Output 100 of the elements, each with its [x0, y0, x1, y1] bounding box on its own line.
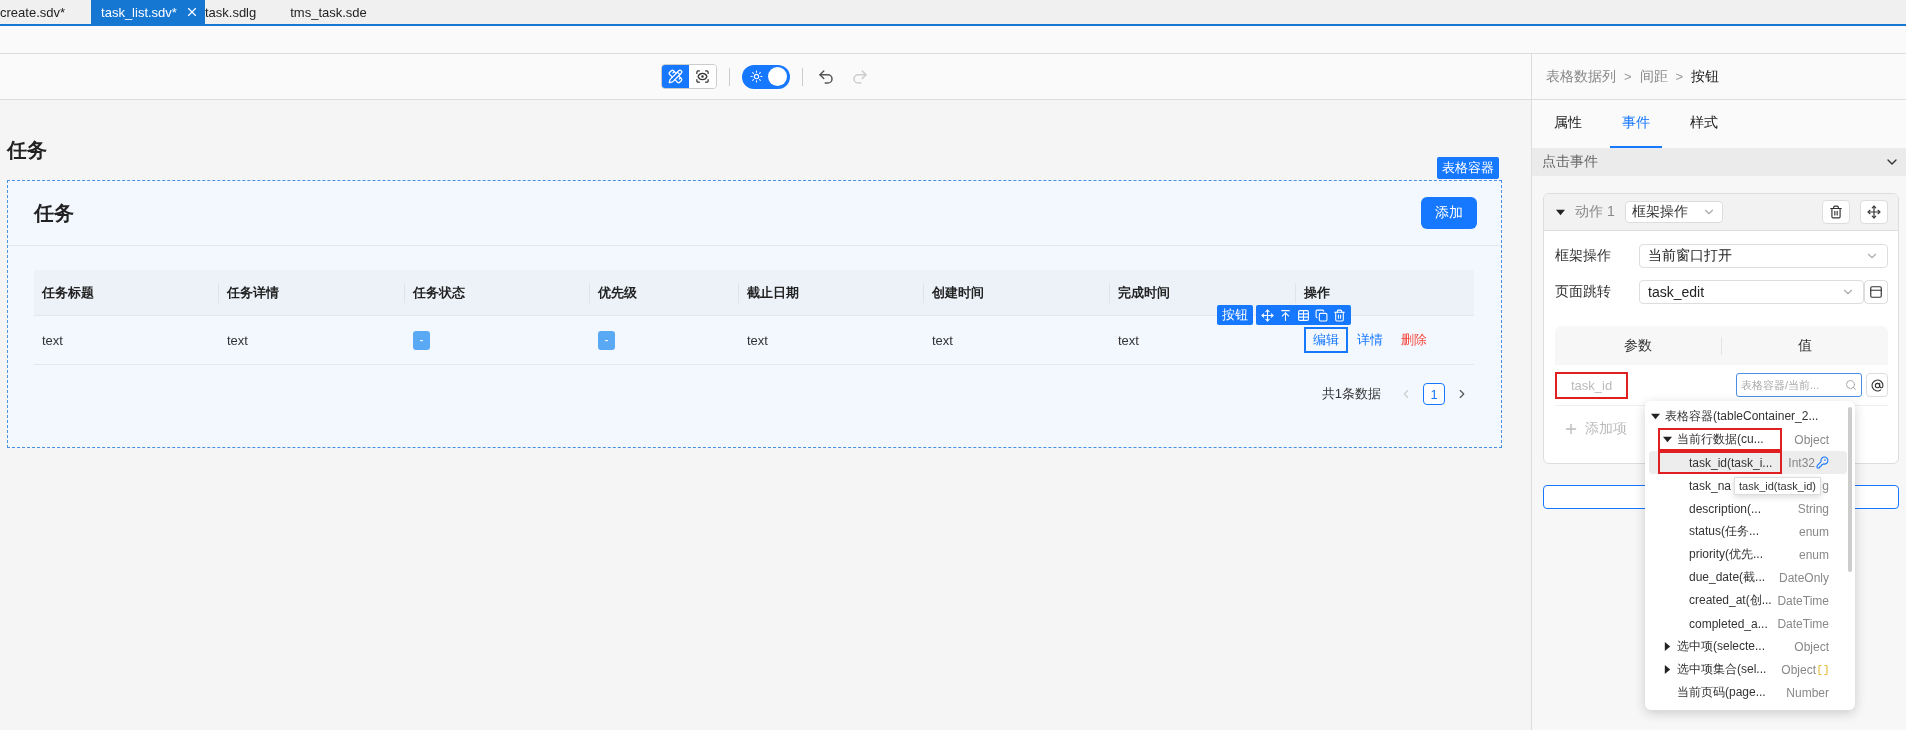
- table-icon[interactable]: [1297, 308, 1310, 322]
- status-tag: -: [598, 330, 615, 350]
- table-cell: text: [227, 332, 248, 348]
- caret-down-icon[interactable]: [1651, 412, 1660, 421]
- tree-item-label[interactable]: description(...: [1689, 501, 1762, 516]
- caret-down-icon[interactable]: [1556, 207, 1565, 217]
- field-label: 框架操作: [1555, 247, 1612, 265]
- sun-icon: [749, 70, 763, 83]
- action-link[interactable]: 编辑: [1304, 327, 1348, 353]
- file-tab[interactable]: task.sdlg: [204, 0, 291, 24]
- column-header: 操作: [1303, 283, 1331, 302]
- tree-item-label[interactable]: task_na: [1689, 478, 1732, 493]
- data-type: Int32: [1788, 455, 1815, 470]
- action-type-select[interactable]: 框架操作: [1624, 201, 1723, 223]
- select-field[interactable]: task_edit: [1639, 280, 1864, 304]
- tree-item-label[interactable]: 选中项集合(sel...: [1677, 661, 1767, 678]
- tree-item-label[interactable]: due_date(截...: [1689, 569, 1766, 586]
- eye-icon: [694, 69, 710, 84]
- field-label: 页面跳转: [1555, 283, 1612, 301]
- pencil-ruler-icon: [667, 69, 683, 84]
- breadcrumb-item[interactable]: 表格数据列: [1546, 67, 1616, 86]
- column-header: 优先级: [590, 282, 739, 303]
- data-type: g: [1822, 478, 1829, 493]
- page-button[interactable]: 1: [1423, 383, 1445, 405]
- tree-item-label[interactable]: status(任务...: [1689, 523, 1759, 540]
- caret-down-icon[interactable]: [1663, 435, 1672, 444]
- panel-tab[interactable]: 样式: [1678, 100, 1730, 148]
- panel-tab[interactable]: 属性: [1542, 100, 1594, 148]
- tree-item-label[interactable]: 选中项(selecte...: [1677, 638, 1766, 655]
- undo-icon: [816, 67, 835, 86]
- search-icon: [1845, 379, 1857, 391]
- breadcrumb-item[interactable]: 按钮: [1691, 67, 1720, 86]
- file-tab[interactable]: create.sdv*: [0, 0, 92, 24]
- caret-right-icon[interactable]: [1663, 642, 1672, 651]
- column-header: 完成时间: [1110, 282, 1296, 303]
- data-type: Number: [1786, 685, 1829, 700]
- data-type: Object: [1781, 662, 1816, 677]
- breadcrumb-separator: >: [1624, 69, 1632, 84]
- data-type: String: [1797, 501, 1829, 516]
- tree-item-label: task_id(task_i...: [1689, 455, 1773, 470]
- tree-item-label[interactable]: 当前页码(page...: [1677, 684, 1766, 701]
- at-sign-icon: [1870, 378, 1884, 392]
- delete-button[interactable]: [1822, 200, 1850, 224]
- trash-icon: [1829, 205, 1843, 219]
- move-button[interactable]: [1860, 200, 1888, 224]
- total-count: 共1条数据: [1321, 385, 1381, 403]
- column-header: 任务标题: [34, 282, 219, 303]
- copy-icon[interactable]: [1315, 308, 1328, 322]
- data-type: DateOnly: [1778, 570, 1829, 585]
- redo-icon: [850, 67, 869, 86]
- move-icon: [1867, 205, 1881, 219]
- data-type: DateTime: [1777, 593, 1829, 608]
- table-cell: text: [747, 332, 768, 348]
- design-mode-button[interactable]: [661, 65, 689, 88]
- caret-right-icon[interactable]: [1663, 665, 1672, 674]
- component-label: 按钮: [1217, 305, 1253, 325]
- preview-mode-button[interactable]: [688, 65, 716, 88]
- layout-icon: [1869, 285, 1883, 299]
- action-label: 动作 1: [1575, 203, 1615, 221]
- page-title: 任务: [7, 138, 48, 163]
- binding-button[interactable]: [1866, 373, 1888, 397]
- page-picker-button[interactable]: [1864, 280, 1888, 304]
- file-tab[interactable]: tms_task.sde: [290, 0, 401, 24]
- tree-item-label[interactable]: completed_a...: [1689, 616, 1768, 631]
- column-header: 任务状态: [405, 282, 590, 303]
- column-header: 任务详情: [219, 282, 405, 303]
- card-title: 任务: [34, 200, 74, 226]
- action-link[interactable]: 详情: [1348, 327, 1392, 353]
- breadcrumb-separator: >: [1675, 69, 1684, 84]
- column-header: 截止日期: [739, 282, 924, 303]
- align-top-icon[interactable]: [1279, 308, 1292, 322]
- table-cell: text: [42, 332, 63, 348]
- move-icon[interactable]: [1261, 308, 1274, 322]
- selected-tree-item[interactable]: task_id(task_i... Int32: [1649, 451, 1847, 474]
- add-button[interactable]: 添加: [1421, 197, 1477, 229]
- data-type: Object: [1794, 639, 1829, 654]
- theme-toggle[interactable]: [741, 64, 790, 89]
- table-cell: text: [932, 332, 953, 348]
- tree-item-label[interactable]: created_at(创...: [1689, 592, 1772, 609]
- data-type: DateTime: [1777, 616, 1829, 631]
- tooltip: task_id(task_id): [1734, 477, 1822, 495]
- data-type: enum: [1798, 524, 1829, 539]
- data-type: Object: [1794, 432, 1829, 447]
- select-field[interactable]: 当前窗口打开: [1639, 244, 1888, 268]
- table-cell: text: [1118, 332, 1139, 348]
- container-label: 表格容器: [1437, 157, 1499, 179]
- delete-icon[interactable]: [1333, 308, 1346, 322]
- tree-item-label[interactable]: 当前行数据(cu...: [1677, 431, 1764, 448]
- column-header: 值: [1796, 336, 1813, 355]
- data-type: enum: [1798, 547, 1829, 562]
- param-name: task_id: [1555, 371, 1629, 399]
- column-header: 参数: [1555, 336, 1722, 355]
- section-header[interactable]: 点击事件: [1532, 148, 1906, 176]
- breadcrumb-item[interactable]: 间距: [1639, 67, 1668, 86]
- tree-item-label[interactable]: priority(优先...: [1689, 546, 1763, 563]
- column-header: 创建时间: [924, 282, 1110, 303]
- file-tab[interactable]: task_list.sdv*: [91, 0, 205, 24]
- value-search-field[interactable]: 表格容器/当前...: [1736, 373, 1862, 397]
- status-tag: -: [413, 330, 430, 350]
- tree-item-label[interactable]: 表格容器(tableContainer_2...: [1665, 408, 1819, 425]
